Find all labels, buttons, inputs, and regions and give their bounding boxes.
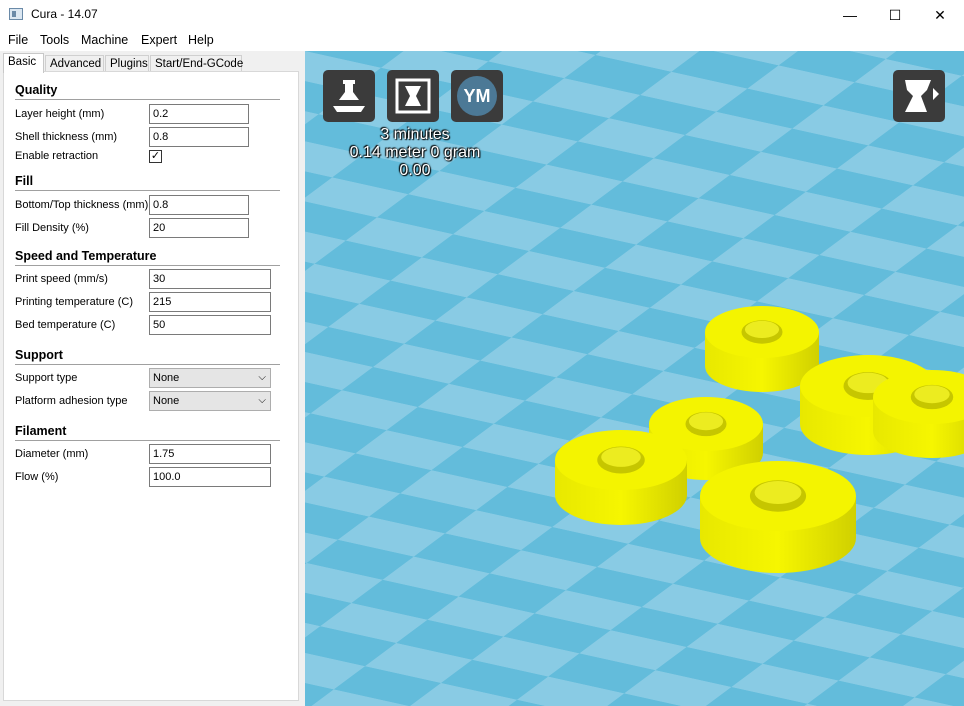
section-divider (15, 440, 280, 441)
printing-temperature-label: Printing temperature (C) (15, 296, 133, 308)
tab-advanced[interactable]: Advanced (45, 55, 104, 72)
maximize-button[interactable]: ☐ (872, 0, 918, 30)
print-speed-input[interactable]: 30 (149, 269, 271, 289)
toolpath-icon (395, 78, 431, 114)
3d-viewport[interactable]: YM 3 minutes 0.14 meter 0 gram 0.00 (305, 51, 964, 706)
chevron-down-icon: ⌵ (258, 395, 266, 406)
youmagine-button[interactable]: YM (451, 70, 503, 122)
section-fill: Fill (15, 174, 34, 188)
print-speed-label: Print speed (mm/s) (15, 273, 108, 285)
support-type-label: Support type (15, 372, 78, 384)
tab-plugins[interactable]: Plugins (105, 55, 149, 72)
support-type-select[interactable]: None ⌵ (149, 368, 271, 388)
material-usage-text: 0.14 meter 0 gram (349, 144, 481, 161)
flow-input[interactable]: 100.0 (149, 467, 271, 487)
tab-basic[interactable]: Basic (3, 53, 44, 73)
enable-retraction-checkbox[interactable]: ✓ (149, 150, 162, 163)
section-filament: Filament (15, 424, 67, 438)
bed-temperature-input[interactable]: 50 (149, 315, 271, 335)
view-mode-icon (905, 80, 939, 112)
support-type-value: None (153, 372, 180, 384)
bottom-top-thickness-input[interactable]: 0.8 (149, 195, 249, 215)
window-title: Cura - 14.07 (31, 7, 98, 21)
section-speed-temperature: Speed and Temperature (15, 249, 157, 263)
settings-panel: Basic Advanced Plugins Start/End-GCode Q… (0, 51, 305, 706)
menu-expert[interactable]: Expert (141, 33, 177, 47)
chevron-down-icon: ⌵ (258, 372, 266, 383)
fill-density-input[interactable]: 20 (149, 218, 249, 238)
printing-temperature-input[interactable]: 215 (149, 292, 271, 312)
load-model-button[interactable] (323, 70, 375, 122)
menu-help[interactable]: Help (188, 33, 214, 47)
ring-model[interactable] (700, 461, 856, 573)
menu-file[interactable]: File (8, 33, 28, 47)
section-divider (15, 364, 280, 365)
platform-adhesion-label: Platform adhesion type (15, 395, 128, 407)
basic-settings-page: Quality Layer height (mm) 0.2 Shell thic… (3, 71, 299, 701)
bottom-top-thickness-label: Bottom/Top thickness (mm) (15, 199, 149, 211)
section-support: Support (15, 348, 63, 362)
diameter-label: Diameter (mm) (15, 448, 89, 460)
shell-thickness-label: Shell thickness (mm) (15, 131, 118, 143)
toolpath-button[interactable] (387, 70, 439, 122)
app-icon (9, 8, 23, 20)
section-divider (15, 99, 280, 100)
load-icon (333, 80, 365, 112)
section-divider (15, 190, 280, 191)
bed-temperature-label: Bed temperature (C) (15, 319, 116, 331)
menu-bar: File Tools Machine Expert Help (0, 30, 964, 51)
menu-machine[interactable]: Machine (81, 33, 128, 47)
close-button[interactable]: ✕ (917, 0, 963, 30)
flow-label: Flow (%) (15, 471, 59, 483)
view-mode-button[interactable] (893, 70, 945, 122)
ring-model[interactable] (555, 430, 687, 525)
print-time-text: 3 minutes (380, 126, 450, 143)
tab-start-end-gcode[interactable]: Start/End-GCode (150, 55, 243, 72)
title-bar: Cura - 14.07 — ☐ ✕ (0, 0, 964, 30)
fill-density-label: Fill Density (%) (15, 222, 89, 234)
shell-thickness-input[interactable]: 0.8 (149, 127, 249, 147)
layer-height-label: Layer height (mm) (15, 108, 105, 120)
print-cost-text: 0.00 (399, 162, 431, 179)
layer-height-input[interactable]: 0.2 (149, 104, 249, 124)
platform-adhesion-select[interactable]: None ⌵ (149, 391, 271, 411)
ring-model[interactable] (873, 370, 964, 458)
minimize-button[interactable]: — (827, 0, 873, 30)
menu-tools[interactable]: Tools (40, 33, 69, 47)
diameter-input[interactable]: 1.75 (149, 444, 271, 464)
section-divider (15, 265, 280, 266)
platform-adhesion-value: None (153, 395, 180, 407)
enable-retraction-label: Enable retraction (15, 150, 99, 162)
youmagine-icon: YM (457, 76, 497, 116)
section-quality: Quality (15, 83, 58, 97)
